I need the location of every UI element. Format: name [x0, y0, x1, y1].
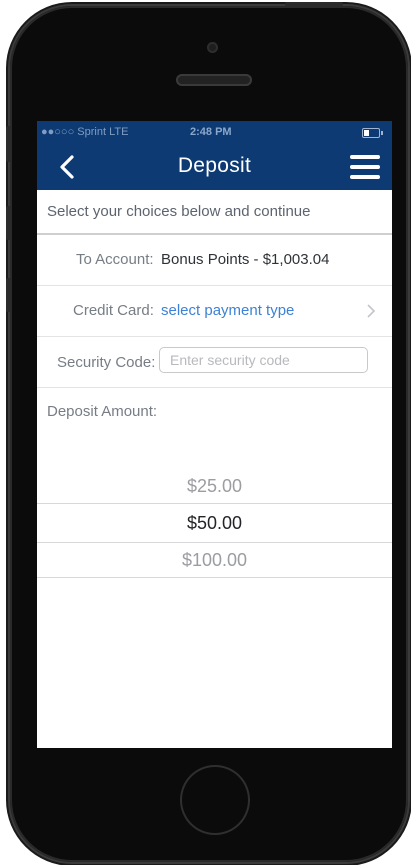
to-account-label: To Account:	[76, 251, 154, 268]
security-code-row: Security Code:	[37, 337, 392, 388]
status-time: 2:48 PM	[190, 126, 232, 138]
security-code-label: Security Code:	[57, 354, 156, 371]
nav-bar: Deposit	[37, 144, 392, 190]
credit-card-row[interactable]: Credit Card: select payment type	[37, 286, 392, 337]
hamburger-menu-icon[interactable]	[350, 155, 380, 179]
mute-switch	[6, 126, 11, 162]
instructions-text: Select your choices below and continue	[37, 190, 392, 235]
amount-option-selected[interactable]: $50.00	[37, 503, 392, 543]
app-screen: ●●○○○ Sprint LTE 2:48 PM Deposit Select …	[37, 121, 392, 748]
amount-option[interactable]: $100.00	[37, 543, 392, 578]
battery-level	[364, 130, 369, 136]
to-account-value: Bonus Points - $1,003.04	[161, 251, 330, 268]
deposit-amount-picker[interactable]: $25.00 $50.00 $100.00	[37, 469, 392, 578]
volume-up-button	[6, 206, 11, 240]
page-title: Deposit	[177, 154, 252, 177]
to-account-row: To Account: Bonus Points - $1,003.04	[37, 235, 392, 286]
credit-card-label: Credit Card:	[73, 302, 154, 319]
volume-down-button	[6, 278, 11, 312]
battery-nub	[381, 131, 383, 135]
battery-icon	[362, 128, 383, 138]
status-bar: ●●○○○ Sprint LTE 2:48 PM	[37, 121, 392, 144]
deposit-amount-label: Deposit Amount:	[47, 403, 158, 420]
chevron-right-icon[interactable]	[366, 303, 376, 319]
select-payment-type-link[interactable]: select payment type	[161, 302, 294, 319]
security-code-input[interactable]	[159, 347, 368, 373]
carrier-signal: ●●○○○ Sprint LTE	[41, 126, 129, 138]
power-button	[285, 2, 343, 7]
earpiece-speaker	[176, 74, 252, 86]
front-camera	[207, 42, 218, 53]
amount-option[interactable]: $25.00	[37, 469, 392, 503]
home-button[interactable]	[180, 765, 250, 835]
